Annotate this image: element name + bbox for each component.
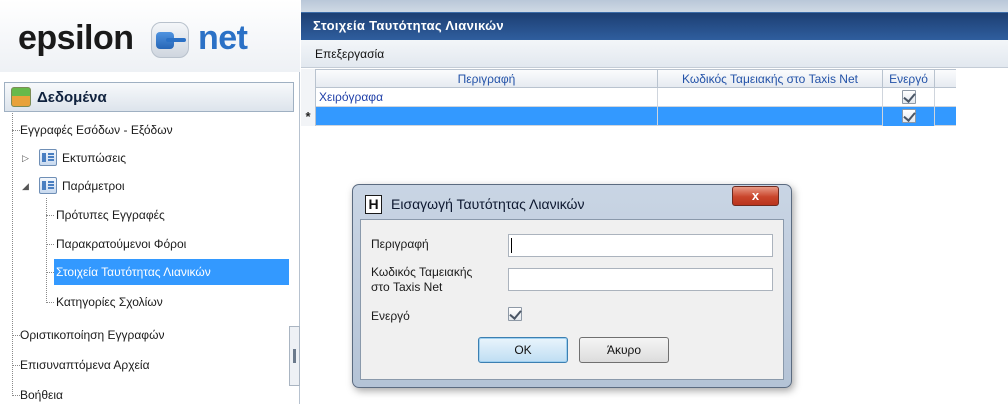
tree-item-retail-identity-data[interactable]: Στοιχεία Ταυτότητας Λιανικών [54,259,289,285]
tree-item-label: Κατηγορίες Σχολίων [56,295,163,309]
list-folder-icon [39,149,57,166]
dialog-title: Εισαγωγή Ταυτότητας Λιανικών [391,196,585,212]
logo-text-epsilon: epsilon [18,19,134,57]
tree-connector [12,113,13,396]
cell-description[interactable]: Χειρόγραφα [316,88,658,107]
insert-retail-identity-dialog: H Εισαγωγή Ταυτότητας Λιανικών x Περιγρα… [352,184,792,388]
navigation-panel: epsilon net Δεδομένα Εγγραφές Εσόδων - Ε… [0,0,300,404]
tree-connector [12,395,20,396]
active-checkbox[interactable] [508,307,522,321]
cancel-button[interactable]: Άκυρο [579,337,669,363]
description-label: Περιγραφή [371,237,429,251]
logo-text-net: net [198,19,248,57]
cell-cash-register-code[interactable] [658,107,883,126]
tree-connector [12,365,20,366]
tree-item-comment-categories[interactable]: Κατηγορίες Σχολίων [56,289,163,315]
cash-register-code-label-line2: στο Taxis Net [371,280,443,294]
tree-item-finalize-entries[interactable]: Οριστικοποίηση Εγγραφών [20,322,164,348]
menu-item-edit[interactable]: Επεξεργασία [315,47,384,61]
cash-register-code-label-line1: Κωδικός Ταμειακής [371,265,473,279]
row-selector-header [301,69,316,88]
tree-item-label: Πρότυπες Εγγραφές [56,208,165,222]
tree-connector [12,130,20,131]
active-checkbox[interactable] [902,109,916,123]
menu-bar: Επεξεργασία [301,40,1008,68]
close-icon: x [751,188,760,203]
tree-connector [12,335,20,336]
tree-item-label: Στοιχεία Ταυτότητας Λιανικών [56,265,211,279]
tree-item-label: Οριστικοποίηση Εγγραφών [20,328,165,342]
cell-active[interactable] [883,88,935,107]
epsilon-net-logo: epsilon net [0,0,300,72]
column-header-active[interactable]: Ενεργό [883,70,935,89]
tree-item-label: Εκτυπώσεις [62,151,126,165]
tree-item-label: Βοήθεια [20,388,63,402]
tree-item-label: Εγγραφές Εσόδων - Εξόδων [20,123,173,137]
row-selector[interactable] [301,88,316,107]
tree-header-label: Δεδομένα [37,89,107,106]
tree-item-label: Παρακρατούμενοι Φόροι [56,237,187,251]
dialog-body: Περιγραφή Κωδικός Ταμειακής στο Taxis Ne… [360,219,784,380]
tree-connector [46,215,54,216]
tree-header-data[interactable]: Δεδομένα [4,82,294,112]
cell-active[interactable] [883,107,935,126]
table-row-new[interactable]: * [301,107,956,126]
database-icon [11,87,31,107]
tree-item-label: Παράμετροι [62,179,125,193]
tree-connector [46,272,54,273]
tree-connector [46,198,47,303]
ok-button[interactable]: OK [478,337,568,363]
tree-connector [46,302,54,303]
logo-mark-icon [151,22,189,58]
close-button[interactable]: x [732,186,779,206]
tree-item-parameters[interactable]: ◢ Παράμετροι [22,173,282,199]
tree-item-withholding-taxes[interactable]: Παρακρατούμενοι Φόροι [56,231,186,257]
collapse-arrow-icon[interactable]: ◢ [22,173,29,199]
panel-splitter-handle[interactable] [289,326,300,386]
cash-register-code-input[interactable] [508,268,773,291]
list-folder-icon [39,177,57,194]
tree-item-template-entries[interactable]: Πρότυπες Εγγραφές [56,202,165,228]
content-title-bar: Στοιχεία Ταυτότητας Λιανικών [301,12,1008,40]
text-caret [511,238,512,253]
expand-arrow-icon[interactable]: ▷ [22,145,29,171]
active-checkbox[interactable] [902,90,916,104]
tree-item-help[interactable]: Βοήθεια [20,382,63,404]
new-row-marker: * [301,107,316,126]
tree-item-prints[interactable]: ▷ Εκτυπώσεις [22,145,282,171]
table-row[interactable]: Χειρόγραφα [301,88,956,107]
column-header-cash-register-code[interactable]: Κωδικός Ταμειακής στο Taxis Net [658,70,883,89]
top-strip [301,0,1008,12]
grid-header-row: Περιγραφή Κωδικός Ταμειακής στο Taxis Ne… [301,69,956,89]
content-title: Στοιχεία Ταυτότητας Λιανικών [313,18,504,33]
cell-description[interactable] [316,107,658,126]
cell-cash-register-code[interactable] [658,88,883,107]
app-h-icon: H [365,195,382,214]
tree-item-label: Επισυναπτόμενα Αρχεία [20,358,150,372]
description-input[interactable] [508,234,773,257]
tree-connector [46,244,54,245]
data-grid: Περιγραφή Κωδικός Ταμειακής στο Taxis Ne… [301,69,956,126]
tree-item-income-expense-entries[interactable]: Εγγραφές Εσόδων - Εξόδων [20,117,173,143]
active-label: Ενεργό [371,309,410,323]
tree-item-attached-files[interactable]: Επισυναπτόμενα Αρχεία [20,352,150,378]
column-header-description[interactable]: Περιγραφή [316,70,658,89]
